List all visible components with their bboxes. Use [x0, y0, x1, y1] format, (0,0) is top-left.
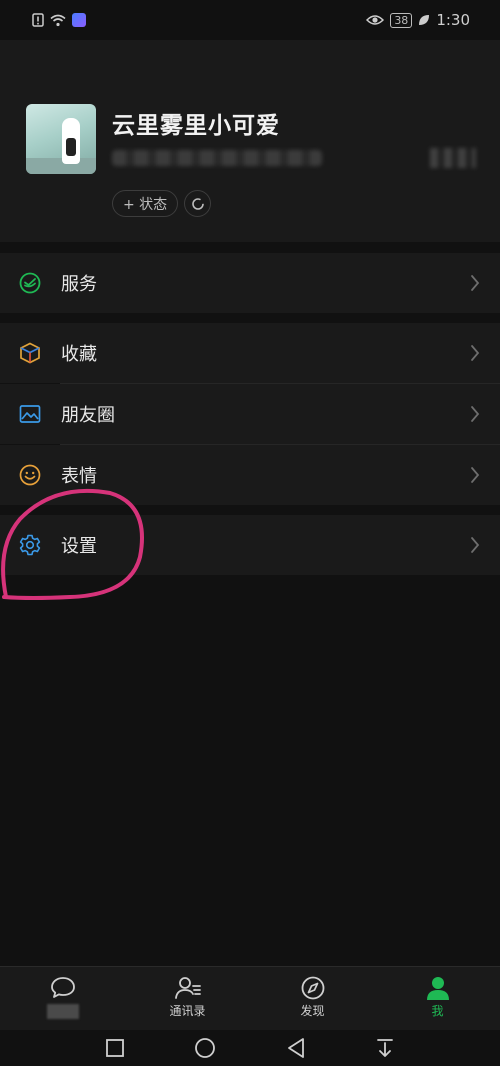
wechat-id-redacted: [112, 150, 322, 166]
avatar[interactable]: [26, 104, 96, 174]
bottom-tab-bar: 通讯录 发现 我: [0, 966, 500, 1030]
menu-item-moments[interactable]: 朋友圈: [0, 384, 500, 444]
back-button[interactable]: [286, 1037, 306, 1059]
tab-label: 发现: [300, 1004, 325, 1018]
menu-item-favorites[interactable]: 收藏: [0, 323, 500, 383]
notification-pull-button[interactable]: [375, 1037, 395, 1059]
menu-item-stickers[interactable]: 表情: [0, 445, 500, 505]
chevron-right-icon: [470, 344, 480, 366]
profile-nickname: 云里雾里小可爱: [112, 113, 280, 139]
menu-item-services[interactable]: 服务: [0, 253, 500, 313]
status-bar: 38 1:30: [0, 0, 500, 40]
add-status-button[interactable]: + 状态: [112, 190, 179, 217]
music-app-icon: [72, 13, 86, 27]
tab-label: 通讯录: [169, 1004, 206, 1018]
menu-item-label: 服务: [61, 274, 97, 295]
image-icon: [18, 402, 42, 426]
tab-label-redacted: [46, 1004, 79, 1019]
circle-icon: [195, 1038, 216, 1058]
profile-header[interactable]: 云里雾里小可爱 + 状态: [0, 40, 500, 242]
menu-item-label: 设置: [61, 536, 97, 557]
square-icon: [105, 1039, 124, 1057]
contacts-icon: [174, 977, 201, 999]
alert-sim-icon: [32, 13, 44, 27]
system-nav-bar: [0, 1030, 500, 1066]
wechat-pay-icon: [18, 271, 42, 295]
menu-item-label: 表情: [61, 466, 97, 487]
menu-item-settings[interactable]: 设置: [0, 515, 500, 575]
tab-label: 我: [431, 1004, 444, 1018]
pull-down-icon: [377, 1039, 394, 1057]
menu-item-label: 收藏: [61, 344, 97, 365]
chevron-right-icon: [470, 274, 480, 296]
tab-me[interactable]: 我: [375, 967, 500, 1030]
recent-apps-button[interactable]: [105, 1038, 125, 1058]
menu-item-label: 朋友圈: [61, 405, 115, 426]
qr-code-redacted[interactable]: [430, 148, 476, 168]
chevron-right-icon: [470, 536, 480, 558]
cube-icon: [18, 341, 42, 365]
status-right: 38 1:30: [366, 11, 470, 29]
person-icon: [426, 977, 449, 1000]
add-status-label: + 状态: [123, 196, 168, 213]
tab-contacts[interactable]: 通讯录: [125, 967, 250, 1030]
compass-icon: [301, 976, 324, 1000]
avatar-ground: [26, 158, 96, 174]
gear-icon: [18, 533, 42, 557]
leaf-icon: [418, 14, 430, 26]
wifi-icon: [50, 14, 66, 27]
tab-chats[interactable]: [0, 967, 125, 1030]
chevron-right-icon: [470, 466, 480, 488]
status-time: 1:30: [436, 11, 470, 29]
chat-bubble-icon: [50, 977, 75, 998]
home-button[interactable]: [194, 1037, 216, 1059]
smiley-icon: [18, 463, 42, 487]
chevron-right-icon: [470, 405, 480, 427]
avatar-figure: [62, 118, 80, 164]
refresh-circle-icon: [191, 197, 204, 210]
triangle-back-icon: [287, 1038, 304, 1058]
eye-icon: [366, 14, 385, 26]
tab-discover[interactable]: 发现: [250, 967, 375, 1030]
status-ring-button[interactable]: [184, 190, 211, 217]
battery-icon: 38: [390, 12, 413, 28]
status-left: [32, 13, 86, 27]
